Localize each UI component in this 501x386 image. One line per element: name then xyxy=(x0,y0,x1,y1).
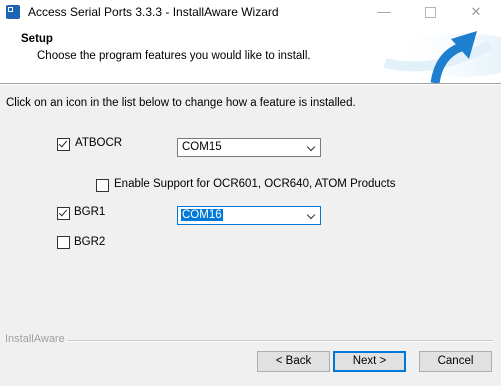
chevron-down-icon xyxy=(306,142,316,152)
header-separator-highlight xyxy=(0,84,501,85)
bgr1-port-value: COM16 xyxy=(181,209,223,221)
bgr2-label[interactable]: BGR2 xyxy=(74,236,105,248)
minimize-button[interactable]: — xyxy=(361,0,407,25)
page-title: Setup xyxy=(21,33,53,45)
atbocr-port-select[interactable]: COM15 xyxy=(177,138,321,157)
bgr1-checkbox[interactable] xyxy=(57,207,70,220)
bgr1-port-select[interactable]: COM16 xyxy=(177,206,321,225)
ocr-support-checkbox[interactable] xyxy=(96,179,109,192)
wizard-header: Setup Choose the program features you wo… xyxy=(0,25,501,83)
back-button[interactable]: < Back xyxy=(257,351,330,372)
installaware-arrow-graphic xyxy=(383,31,501,83)
bgr2-checkbox[interactable] xyxy=(57,236,70,249)
bgr1-label[interactable]: BGR1 xyxy=(74,206,105,218)
installaware-brand: InstallAware xyxy=(5,333,65,345)
chevron-down-icon xyxy=(306,210,316,220)
next-button[interactable]: Next > xyxy=(333,351,406,372)
maximize-button[interactable] xyxy=(407,0,453,25)
close-button[interactable]: ✕ xyxy=(453,0,499,25)
cancel-button[interactable]: Cancel xyxy=(419,351,492,372)
instruction-text: Click on an icon in the list below to ch… xyxy=(6,97,356,109)
installaware-app-icon[interactable] xyxy=(6,5,20,19)
atbocr-port-value: COM15 xyxy=(182,141,222,153)
atbocr-checkbox[interactable] xyxy=(57,138,70,151)
ocr-support-label[interactable]: Enable Support for OCR601, OCR640, ATOM … xyxy=(114,178,395,190)
window-title: Access Serial Ports 3.3.3 - InstallAware… xyxy=(28,5,279,19)
page-subtitle: Choose the program features you would li… xyxy=(37,50,311,62)
footer-separator-highlight xyxy=(68,341,493,342)
atbocr-label[interactable]: ATBOCR xyxy=(75,137,122,149)
title-bar: Access Serial Ports 3.3.3 - InstallAware… xyxy=(0,0,501,25)
